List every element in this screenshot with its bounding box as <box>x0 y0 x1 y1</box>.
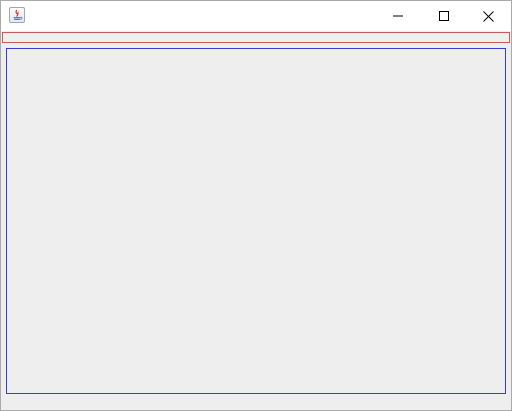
maximize-icon <box>439 11 449 21</box>
minimize-button[interactable] <box>375 1 421 31</box>
close-icon <box>482 10 494 22</box>
top-panel <box>2 32 510 43</box>
java-coffee-cup-icon[interactable] <box>9 7 25 23</box>
maximize-button[interactable] <box>421 1 467 31</box>
main-panel <box>6 48 506 394</box>
minimize-icon <box>393 15 403 17</box>
title-bar[interactable] <box>1 1 511 31</box>
close-button[interactable] <box>465 1 511 31</box>
client-area <box>1 31 511 410</box>
application-window <box>0 0 512 411</box>
